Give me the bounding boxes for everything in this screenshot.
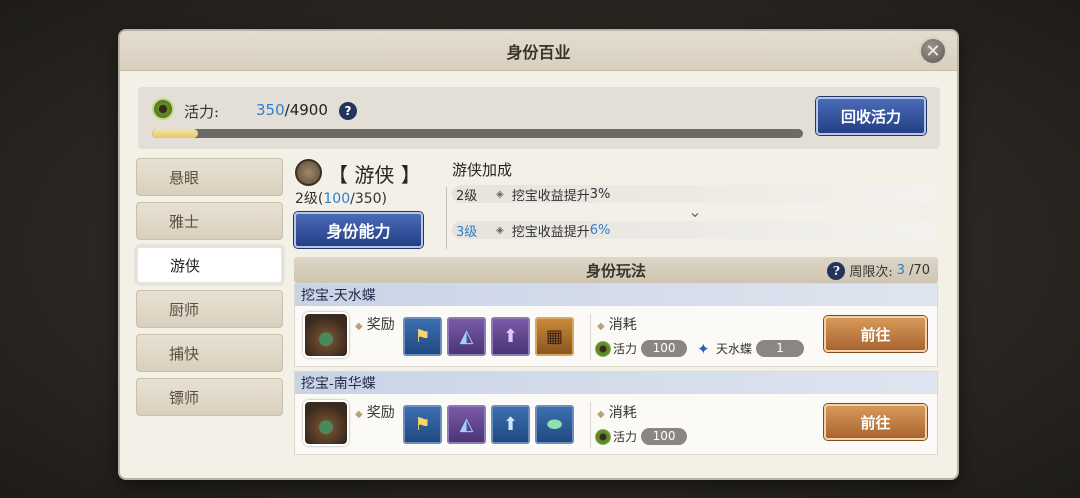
go-button[interactable]: 前往 — [824, 316, 927, 352]
sidebar-item-chushi[interactable]: 厨师 — [136, 290, 283, 328]
play-title: 身份玩法 — [585, 261, 646, 280]
flag-reward-icon[interactable]: ⚑ — [403, 317, 442, 356]
sidebar-item-biaoshi[interactable]: 镖师 — [136, 378, 283, 416]
identity-dialog: 身份百业 ✕ 活力: 350/4900 ? 回收活力 悬眼 雅士 游侠 厨师 捕… — [120, 31, 957, 478]
sidebar-item-yashi[interactable]: 雅士 — [136, 202, 283, 240]
cost-label-text: 消耗 — [608, 317, 637, 333]
weekly-limit: ? 周限次: 3/70 — [827, 261, 930, 280]
energy-label: 活力: — [184, 103, 220, 121]
bonus-next-level: 3级 — [456, 224, 478, 240]
recycle-energy-button[interactable]: 回收活力 — [816, 97, 926, 135]
bonus-row-current: 2级 ◈ 挖宝收益提升 3% — [452, 185, 938, 204]
reward-label: ◆ 奖励 — [355, 405, 395, 421]
identity-exp-current: 100 — [323, 191, 351, 207]
bonus-next-text: 挖宝收益提升 — [511, 224, 590, 240]
task-name: 挖宝-南华蝶 — [295, 372, 937, 394]
upgrade-orb-reward-icon[interactable]: ⬆ — [491, 317, 530, 356]
cost-label: ◆ 消耗 — [597, 317, 637, 333]
bonus-title: 游侠加成 — [452, 161, 513, 179]
diamond-icon: ◈ — [496, 224, 504, 236]
upgrade-orb-reward-icon[interactable]: ⬆ — [491, 405, 530, 444]
weekly-total: /70 — [909, 263, 930, 278]
identity-sidebar: 悬眼 雅士 游侠 厨师 捕快 镖师 — [136, 158, 283, 422]
bonus-current-text: 挖宝收益提升 — [511, 188, 590, 204]
energy-current: 350 — [256, 101, 285, 119]
weekly-current: 3 — [896, 263, 906, 278]
task-card: 挖宝-天水蝶 ◆ 奖励 ⚑ ◭ ⬆ ▦ ◆ 消耗 活力 100 ✦ 天水蝶 1 前往 — [294, 283, 938, 367]
reward-label: ◆ 奖励 — [355, 317, 395, 333]
play-header: 身份玩法 ? 周限次: 3/70 — [294, 257, 938, 283]
treasure-chest-icon — [303, 312, 349, 358]
kite-reward-icon[interactable]: ◭ — [447, 317, 486, 356]
energy-panel: 活力: 350/4900 ? 回收活力 — [138, 87, 940, 149]
bonus-row-next: 3级 ◈ 挖宝收益提升 6% — [452, 221, 938, 240]
energy-icon — [595, 428, 611, 445]
item-cost-label: 天水蝶 — [716, 342, 753, 356]
dialog-titlebar: 身份百业 ✕ — [120, 31, 957, 71]
chevron-down-icon: ⌄ — [688, 202, 702, 221]
item-cost: ✦ 天水蝶 1 — [697, 339, 805, 358]
sidebar-item-xuanyan[interactable]: 悬眼 — [136, 158, 283, 196]
energy-cost-value: 100 — [641, 340, 688, 357]
weekly-help-icon[interactable]: ? — [827, 261, 846, 280]
sidebar-item-bukuai[interactable]: 捕快 — [136, 334, 283, 372]
chest-reward-icon[interactable]: ▦ — [535, 317, 574, 356]
diamond-icon: ◈ — [496, 188, 504, 200]
dialog-title: 身份百业 — [506, 42, 571, 62]
identity-exp-suffix: /350) — [350, 191, 388, 207]
item-cost-value: 1 — [756, 340, 805, 357]
energy-icon — [152, 98, 174, 120]
bonus-current-level: 2级 — [456, 188, 478, 204]
energy-cost-value: 100 — [641, 428, 688, 445]
energy-progress-fill — [152, 129, 199, 138]
bonus-current-pct: 3% — [589, 186, 611, 202]
energy-cost-label: 活力 — [613, 430, 638, 444]
divider — [590, 402, 591, 448]
weekly-label: 周限次: — [849, 265, 893, 280]
go-button[interactable]: 前往 — [824, 404, 927, 440]
energy-value: 350/4900 — [256, 101, 328, 119]
flag-reward-icon[interactable]: ⚑ — [403, 405, 442, 444]
energy-cost: 活力 100 — [595, 428, 688, 445]
energy-icon — [595, 340, 611, 357]
treasure-chest-icon — [303, 400, 349, 446]
energy-help-icon[interactable]: ? — [339, 102, 357, 120]
jade-reward-icon[interactable]: ⬬ — [535, 405, 574, 444]
energy-cost: 活力 100 — [595, 340, 688, 357]
sidebar-item-youxia[interactable]: 游侠 — [136, 246, 283, 284]
kite-reward-icon[interactable]: ◭ — [447, 405, 486, 444]
identity-ability-button[interactable]: 身份能力 — [294, 212, 423, 248]
identity-badge-icon — [295, 159, 322, 186]
reward-label-text: 奖励 — [366, 317, 395, 333]
identity-level: 2级(100/350) — [295, 188, 387, 208]
task-card: 挖宝-南华蝶 ◆ 奖励 ⚑ ◭ ⬆ ⬬ ◆ 消耗 活力 100 前往 — [294, 371, 938, 455]
butterfly-icon: ✦ — [697, 339, 710, 358]
divider — [590, 314, 591, 360]
bonus-section: 游侠加成 2级 ◈ 挖宝收益提升 3% ⌄ 3级 ◈ 挖宝收益提升 6% — [446, 159, 938, 249]
identity-name: 【 游侠 】 — [328, 163, 421, 187]
identity-level-prefix: 2级( — [295, 191, 324, 207]
cost-label-text: 消耗 — [608, 405, 637, 421]
reward-label-text: 奖励 — [366, 405, 395, 421]
energy-cost-label: 活力 — [613, 342, 638, 356]
bonus-next-pct: 6% — [589, 222, 611, 238]
close-icon[interactable]: ✕ — [919, 37, 947, 65]
energy-progress-bar — [152, 129, 803, 138]
bonus-divider — [446, 187, 447, 249]
cost-label: ◆ 消耗 — [597, 405, 637, 421]
task-name: 挖宝-天水蝶 — [295, 284, 937, 306]
energy-max: /4900 — [284, 101, 328, 119]
